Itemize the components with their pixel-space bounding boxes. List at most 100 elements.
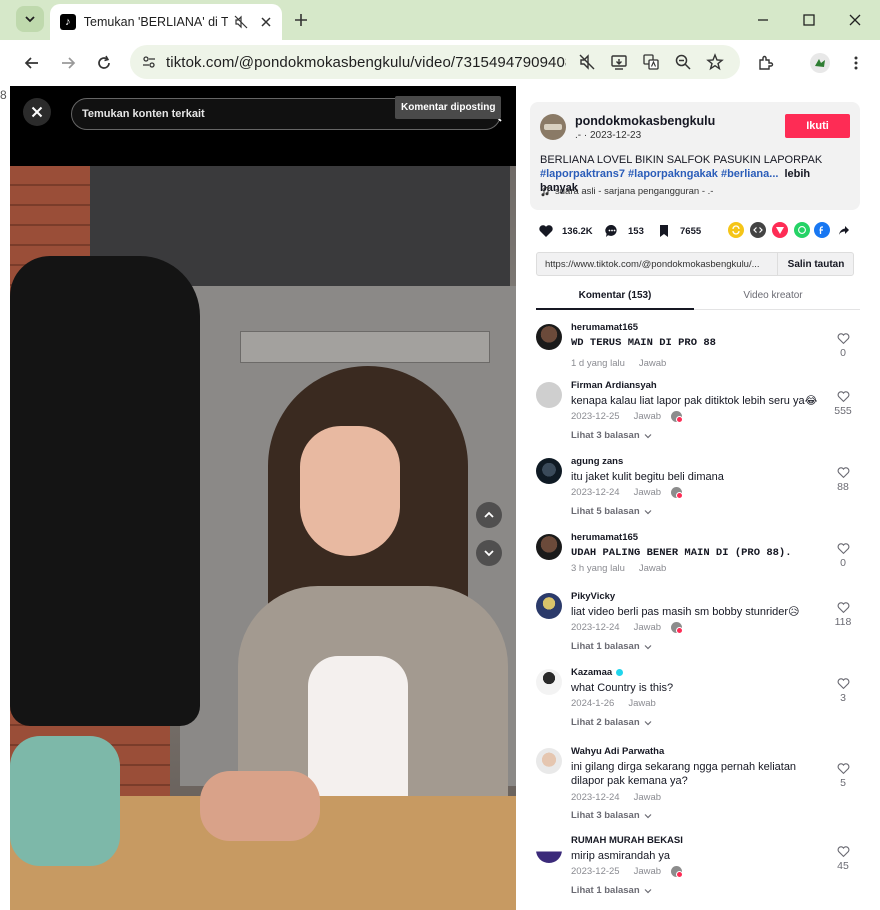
commenter-avatar[interactable] (536, 748, 562, 774)
comment-date: 2023-12-24 (571, 487, 620, 498)
comment-username[interactable]: RUMAH MURAH BEKASI (571, 835, 683, 846)
reply-button[interactable]: Jawab (628, 698, 655, 709)
back-button[interactable] (19, 50, 45, 76)
tab-close-icon[interactable] (260, 16, 272, 28)
browser-tab[interactable]: ♪ Temukan 'BERLIANA' di TikTok (50, 4, 282, 40)
bookmark-star-icon[interactable] (705, 52, 725, 72)
new-tab-button[interactable] (290, 9, 312, 31)
translate-icon[interactable] (641, 52, 661, 72)
save-button[interactable]: 7655 (654, 219, 701, 243)
related-search-input[interactable] (82, 108, 382, 120)
like-count: 136.2K (562, 225, 593, 237)
comment-username[interactable]: agung zans (571, 456, 623, 467)
heart-outline-icon (828, 845, 858, 858)
comment-username[interactable]: Firman Ardiansyah (571, 380, 657, 391)
comment-like-button[interactable]: 45 (828, 845, 858, 872)
comment-meta: 2023-12-24 Jawab (571, 622, 684, 634)
close-window-button[interactable] (845, 10, 865, 30)
tab-muted-icon[interactable] (234, 15, 248, 29)
description-hashtags[interactable]: #laporpaktrans7 #laporpakngakak #berlian… (540, 168, 778, 180)
minimize-button[interactable] (753, 10, 773, 30)
comment-username[interactable]: herumamat165 (571, 532, 638, 543)
comment-username[interactable]: herumamat165 (571, 322, 638, 333)
author-name[interactable]: pondokmokasbengkulu (575, 114, 715, 128)
maximize-button[interactable] (799, 10, 819, 30)
view-replies-button[interactable]: Lihat 5 balasan (571, 506, 652, 517)
video-link[interactable]: https://www.tiktok.com/@pondokmokasbengk… (545, 259, 773, 270)
previous-video-button[interactable] (476, 502, 502, 528)
follow-button[interactable]: Ikuti (785, 114, 850, 138)
embed-code-icon[interactable] (750, 222, 766, 238)
comment-like-button[interactable]: 555 (828, 390, 858, 417)
view-replies-button[interactable]: Lihat 1 balasan (571, 885, 652, 896)
tab-title: Temukan 'BERLIANA' di TikTok (83, 15, 228, 29)
extensions-icon[interactable] (755, 52, 777, 74)
arrow-right-icon (62, 57, 76, 69)
comment-like-button[interactable]: 118 (828, 601, 858, 628)
music-note-icon (540, 186, 550, 197)
tab-creator-videos[interactable]: Video kreator (694, 290, 852, 301)
heart-outline-icon (828, 762, 858, 775)
facebook-icon[interactable] (814, 222, 830, 238)
reply-button[interactable]: Jawab (639, 358, 666, 369)
comment-username[interactable]: Kazamaa (571, 667, 624, 678)
like-button[interactable]: 136.2K (536, 219, 593, 243)
commenter-avatar[interactable] (536, 593, 562, 619)
comment-count: 153 (628, 225, 644, 237)
send-to-friends-icon[interactable] (772, 222, 788, 238)
site-info-icon[interactable] (138, 51, 160, 73)
chevron-down-icon (484, 550, 494, 557)
comment-like-button[interactable]: 0 (828, 542, 858, 569)
video-player[interactable]: Komentar diposting (10, 86, 516, 910)
reload-button[interactable] (91, 50, 117, 76)
reply-button[interactable]: Jawab (634, 487, 661, 498)
video-frame[interactable] (10, 166, 516, 910)
author-avatar[interactable] (540, 114, 566, 140)
comment-like-button[interactable]: 5 (828, 762, 858, 789)
whatsapp-icon[interactable] (794, 222, 810, 238)
view-replies-button[interactable]: Lihat 1 balasan (571, 641, 652, 652)
post-date: .- · 2023-12-23 (575, 130, 642, 141)
view-replies-button[interactable]: Lihat 3 balasan (571, 430, 652, 441)
zoom-icon[interactable] (673, 52, 693, 72)
commenter-avatar[interactable] (536, 669, 562, 695)
commenter-avatar[interactable] (536, 534, 562, 560)
share-arrow-icon[interactable] (836, 222, 852, 238)
next-video-button[interactable] (476, 540, 502, 566)
forward-button[interactable] (55, 50, 81, 76)
commenter-avatar[interactable] (536, 837, 562, 863)
repost-icon[interactable] (728, 222, 744, 238)
view-replies-button[interactable]: Lihat 2 balasan (571, 717, 652, 728)
commenter-avatar[interactable] (536, 324, 562, 350)
chevron-down-icon (25, 16, 35, 23)
view-replies-button[interactable]: Lihat 3 balasan (571, 810, 652, 821)
comment-like-count: 88 (837, 481, 849, 493)
comment-like-count: 5 (840, 777, 846, 789)
reply-button[interactable]: Jawab (634, 866, 661, 877)
reply-button[interactable]: Jawab (639, 563, 666, 574)
comment-like-button[interactable]: 0 (828, 332, 858, 359)
copy-link-button[interactable]: Salin tautan (777, 253, 854, 275)
close-video-button[interactable] (23, 98, 51, 126)
profile-avatar[interactable] (809, 52, 831, 74)
url-text[interactable]: tiktok.com/@pondokmokasbengkulu/video/73… (166, 54, 566, 71)
comment-text: kenapa kalau liat lapor pak ditiktok leb… (571, 395, 818, 407)
tab-muted-indicator-icon[interactable] (577, 52, 597, 72)
reload-icon (98, 55, 110, 69)
comment-button[interactable]: 153 (602, 219, 644, 243)
install-app-icon[interactable] (609, 52, 629, 72)
tab-search-button[interactable] (16, 6, 44, 32)
comment-username[interactable]: Wahyu Adi Parwatha (571, 746, 664, 757)
commenter-avatar[interactable] (536, 382, 562, 408)
reply-button[interactable]: Jawab (634, 411, 661, 422)
creator-liked-icon (671, 622, 684, 634)
browser-menu-icon[interactable] (845, 52, 867, 74)
comment-like-button[interactable]: 88 (828, 466, 858, 493)
tab-comments[interactable]: Komentar (153) (536, 290, 694, 310)
reply-button[interactable]: Jawab (634, 792, 661, 803)
music-info[interactable]: suara asli - sarjana pengangguran - .- (540, 186, 713, 197)
comment-like-button[interactable]: 3 (828, 677, 858, 704)
comment-username[interactable]: PikyVicky (571, 591, 615, 602)
commenter-avatar[interactable] (536, 458, 562, 484)
reply-button[interactable]: Jawab (634, 622, 661, 633)
